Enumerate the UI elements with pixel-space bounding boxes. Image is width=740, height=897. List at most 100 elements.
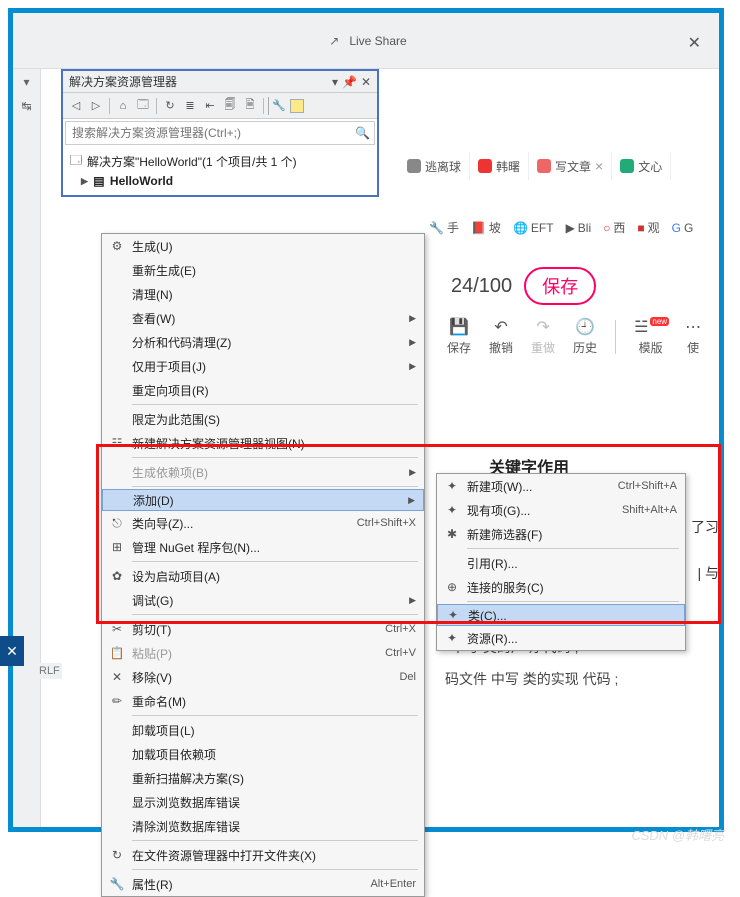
- menu-item[interactable]: 加载项目依赖项: [102, 742, 424, 766]
- tab-label: 韩曙: [496, 158, 520, 175]
- solution-explorer-toolbar: ◁ ▷ ⌂ 🗔 ↻ ≣ ⇤ 🗐 🗎 🔧: [63, 93, 377, 119]
- editor-tool[interactable]: ☱new模版: [634, 317, 667, 356]
- submenu-item[interactable]: 引用(R)...: [437, 551, 685, 575]
- menu-item[interactable]: ✕移除(V)Del: [102, 665, 424, 689]
- panel-pin-icon[interactable]: 📌: [342, 75, 357, 89]
- menu-item[interactable]: ⚙生成(U): [102, 234, 424, 258]
- browser-tab[interactable]: 文心: [612, 152, 671, 180]
- solution-label: 解决方案"HelloWorld"(1 个项目/共 1 个): [87, 153, 297, 170]
- sync-icon[interactable]: ↻: [161, 97, 179, 115]
- marker-icon[interactable]: [290, 99, 304, 113]
- submenu-arrow-icon: ▶: [409, 361, 416, 372]
- submenu-item[interactable]: ✦类(C)...: [437, 604, 685, 626]
- menu-item[interactable]: 清除浏览数据库错误: [102, 814, 424, 838]
- menu-item-label: 管理 NuGet 程序包(N)...: [128, 539, 416, 556]
- menu-item[interactable]: 显示浏览数据库错误: [102, 790, 424, 814]
- collapse-icon[interactable]: ⇤: [201, 97, 219, 115]
- editor-tool[interactable]: 💾保存: [447, 317, 471, 356]
- bookmark-icon: ○: [603, 221, 610, 235]
- menu-item[interactable]: 调试(G)▶: [102, 588, 424, 612]
- browser-tab[interactable]: 韩曙: [470, 152, 529, 180]
- solution-search-box[interactable]: 🔍: [65, 121, 375, 145]
- menu-item[interactable]: ☷新建解决方案资源管理器视图(N): [102, 431, 424, 455]
- solution-icon: 🗔: [69, 154, 83, 168]
- editor-tools: 💾保存 ↶撤销 ↷重做 🕘历史 ☱new模版 ⋯使: [447, 317, 701, 356]
- nav-fwd-icon[interactable]: ▷: [87, 97, 105, 115]
- menu-item[interactable]: ✿设为启动项目(A): [102, 564, 424, 588]
- vertical-tab-close-icon[interactable]: ✕: [0, 636, 24, 666]
- submenu-item[interactable]: ⊕连接的服务(C): [437, 575, 685, 599]
- bookmark-icon: ■: [637, 221, 644, 235]
- menu-item: 生成依赖项(B)▶: [102, 460, 424, 484]
- save-button[interactable]: 保存: [524, 267, 596, 305]
- bookmark-item[interactable]: 🔧手: [429, 219, 459, 236]
- submenu-item[interactable]: ✱新建筛选器(F): [437, 522, 685, 546]
- editor-tool: ↷重做: [531, 317, 555, 356]
- menu-item-label: 生成依赖项(B): [128, 464, 405, 481]
- menu-item[interactable]: 清理(N): [102, 282, 424, 306]
- bookmark-item[interactable]: ▶Bli: [566, 221, 592, 235]
- home-icon[interactable]: ⌂: [114, 97, 132, 115]
- side-text-2: | 与: [697, 563, 719, 583]
- copy-icon[interactable]: 🗐: [221, 97, 239, 115]
- bookmark-item[interactable]: 🌐EFT: [513, 221, 554, 235]
- browser-tab[interactable]: 写文章×: [529, 152, 612, 180]
- menu-item-label: 清理(N): [128, 286, 416, 303]
- bookmark-item[interactable]: 📕坡: [471, 219, 501, 236]
- search-icon[interactable]: 🔍: [355, 126, 370, 140]
- bookmark-item[interactable]: ■观: [637, 219, 659, 236]
- menu-item[interactable]: 🔧属性(R)Alt+Enter: [102, 872, 424, 896]
- menu-item[interactable]: ✏重命名(M): [102, 689, 424, 713]
- menu-item-label: 新建解决方案资源管理器视图(N): [128, 435, 416, 452]
- bookmark-item[interactable]: GG: [672, 221, 694, 235]
- menu-item[interactable]: 限定为此范围(S): [102, 407, 424, 431]
- browser-tab[interactable]: 逃离球: [399, 152, 470, 180]
- menu-item[interactable]: 仅用于项目(J)▶: [102, 354, 424, 378]
- submenu-item-icon: ✦: [441, 503, 463, 517]
- close-icon[interactable]: ✕: [688, 33, 701, 53]
- tab-close-icon[interactable]: ×: [595, 158, 603, 174]
- menu-item[interactable]: 重新生成(E): [102, 258, 424, 282]
- nav-back-icon[interactable]: ◁: [67, 97, 85, 115]
- menu-item[interactable]: 重新扫描解决方案(S): [102, 766, 424, 790]
- submenu-item-label: 新建项(W)...: [463, 478, 618, 495]
- menu-item[interactable]: ⊞管理 NuGet 程序包(N)...: [102, 535, 424, 559]
- bookmark-item[interactable]: ○西: [603, 219, 625, 236]
- submenu-item[interactable]: ✦资源(R)...: [437, 626, 685, 650]
- menu-item[interactable]: ✂剪切(T)Ctrl+X: [102, 617, 424, 641]
- panel-dropdown-icon[interactable]: ▾: [332, 75, 338, 89]
- panel-close-icon[interactable]: ✕: [361, 75, 371, 89]
- solution-search-input[interactable]: [70, 125, 355, 141]
- submenu-item-icon: ✦: [442, 608, 464, 622]
- menu-item[interactable]: 添加(D)▶: [102, 489, 424, 511]
- menu-item-icon: ✿: [106, 569, 128, 583]
- editor-tool[interactable]: ↶撤销: [489, 317, 513, 356]
- solution-node[interactable]: 🗔 解决方案"HelloWorld"(1 个项目/共 1 个): [69, 151, 371, 171]
- tab-icon: [620, 159, 634, 173]
- refresh-icon[interactable]: 🗔: [134, 97, 152, 115]
- editor-tool[interactable]: ⋯使: [685, 317, 701, 356]
- menu-item[interactable]: 分析和代码清理(Z)▶: [102, 330, 424, 354]
- live-share-label[interactable]: Live Share: [349, 34, 406, 48]
- menu-item[interactable]: 重定向项目(R): [102, 378, 424, 402]
- menu-item[interactable]: ↻在文件资源管理器中打开文件夹(X): [102, 843, 424, 867]
- nest-icon[interactable]: ≣: [181, 97, 199, 115]
- submenu-item[interactable]: ✦现有项(G)...Shift+Alt+A: [437, 498, 685, 522]
- menu-item[interactable]: ⎋类向导(Z)...Ctrl+Shift+X: [102, 511, 424, 535]
- editor-tool[interactable]: 🕘历史: [573, 317, 597, 356]
- tool-icon: ↷: [536, 317, 549, 337]
- project-node[interactable]: ▶ ▤ HelloWorld: [69, 171, 371, 191]
- menu-item[interactable]: 卸载项目(L): [102, 718, 424, 742]
- submenu-item-icon: ⊕: [441, 580, 463, 594]
- submenu-item-shortcut: Shift+Alt+A: [622, 504, 677, 516]
- submenu-item-label: 类(C)...: [464, 607, 676, 624]
- wrench-icon[interactable]: 🔧: [268, 97, 286, 115]
- menu-item-label: 重新扫描解决方案(S): [128, 770, 416, 787]
- submenu-item[interactable]: ✦新建项(W)...Ctrl+Shift+A: [437, 474, 685, 498]
- menu-item-icon: ✏: [106, 694, 128, 708]
- rail-swap-icon[interactable]: ↹: [18, 97, 36, 115]
- rail-dropdown-icon[interactable]: ▾: [18, 73, 36, 91]
- menu-item[interactable]: 查看(W)▶: [102, 306, 424, 330]
- tool-icon: ☱new: [634, 317, 667, 337]
- showall-icon[interactable]: 🗎: [241, 97, 259, 115]
